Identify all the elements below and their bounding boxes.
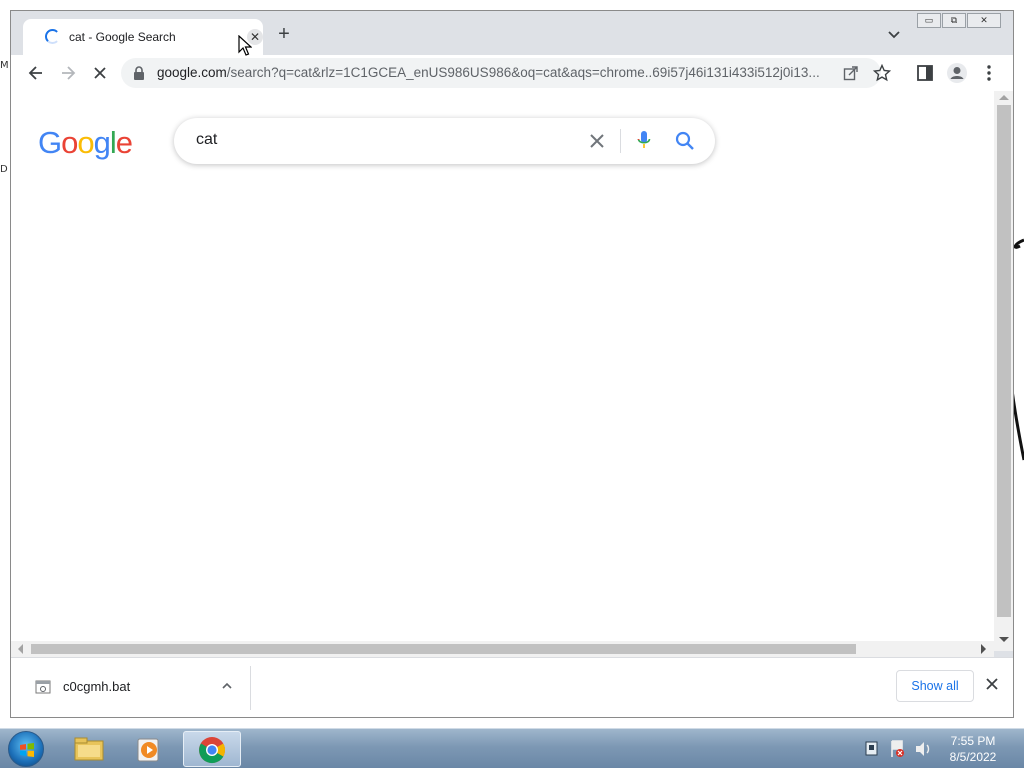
back-arrow-icon[interactable] (26, 63, 46, 83)
browser-menu-icon[interactable] (979, 63, 999, 83)
search-box-divider (620, 129, 621, 153)
mouse-cursor-icon (238, 35, 252, 56)
logo-letter: e (115, 125, 133, 160)
vertical-scrollbar[interactable] (994, 91, 1013, 651)
url-path: /search?q=cat&rlz=1C1GCEA_enUS986US986&o… (226, 65, 820, 80)
downloads-divider (250, 666, 251, 710)
taskbar-media-player[interactable] (122, 731, 180, 767)
search-magnifier-icon[interactable] (674, 130, 696, 152)
chevron-up-icon[interactable] (221, 680, 233, 692)
url-text[interactable]: google.com/search?q=cat&rlz=1C1GCEA_enUS… (157, 65, 837, 80)
horizontal-scrollbar[interactable] (11, 641, 994, 657)
show-all-button[interactable]: Show all (896, 670, 974, 702)
logo-letter: o (77, 125, 94, 160)
lock-icon[interactable] (133, 66, 145, 80)
vertical-scroll-thumb[interactable] (997, 105, 1011, 617)
stop-loading-icon[interactable] (90, 63, 110, 83)
share-icon[interactable] (843, 65, 859, 81)
downloads-bar: c0cgmh.bat Show all (11, 657, 1013, 717)
google-logo[interactable]: Google (38, 125, 133, 161)
start-button[interactable] (8, 731, 44, 767)
tab-google-search[interactable]: cat - Google Search ✕ (23, 19, 263, 55)
logo-letter: o (61, 125, 78, 160)
scroll-left-arrow-icon[interactable] (18, 644, 23, 654)
new-tab-button[interactable]: + (274, 24, 294, 45)
taskbar-chrome[interactable] (183, 731, 241, 767)
chrome-icon (199, 737, 226, 764)
download-item[interactable]: c0cgmh.bat (11, 658, 251, 717)
close-downloads-bar-icon[interactable] (985, 677, 999, 691)
windows-logo-icon (20, 743, 34, 757)
tab-search-chevron-icon[interactable] (886, 27, 902, 43)
clock-date: 8/5/2022 (949, 750, 997, 764)
horizontal-scroll-thumb[interactable] (31, 644, 856, 654)
clear-search-icon[interactable] (586, 130, 608, 152)
scroll-up-arrow-icon[interactable] (999, 95, 1009, 100)
system-tray-icons[interactable] (862, 737, 942, 761)
close-window-button[interactable]: ✕ (967, 13, 1001, 28)
desktop-icon-fragment: M (0, 60, 9, 71)
download-file-name[interactable]: c0cgmh.bat (63, 679, 130, 694)
bookmark-star-icon[interactable] (873, 64, 891, 82)
logo-letter: g (93, 125, 111, 160)
page-content: Google cat (11, 91, 1001, 651)
profile-avatar-icon[interactable] (946, 62, 968, 84)
tab-title: cat - Google Search (69, 30, 176, 44)
scroll-down-arrow-icon[interactable] (999, 637, 1009, 642)
minimize-button[interactable]: ▭ (917, 13, 941, 28)
side-panel-icon[interactable] (915, 63, 935, 83)
forward-arrow-icon[interactable] (58, 63, 78, 83)
browser-window: cat - Google Search ✕ + ▭ ⧉ ✕ google.com… (10, 10, 1014, 718)
address-bar[interactable]: google.com/search?q=cat&rlz=1C1GCEA_enUS… (121, 58, 891, 88)
batch-file-icon (35, 680, 51, 694)
clock-time: 7:55 PM (950, 734, 996, 748)
maximize-button[interactable]: ⧉ (942, 13, 966, 28)
search-box[interactable]: cat (174, 118, 715, 164)
logo-letter: G (38, 125, 62, 160)
windows-taskbar: 7:55 PM 8/5/2022 (0, 728, 1024, 768)
taskbar-clock[interactable]: 7:55 PM 8/5/2022 (940, 733, 1006, 765)
browser-toolbar: google.com/search?q=cat&rlz=1C1GCEA_enUS… (11, 55, 1013, 91)
scroll-right-arrow-icon[interactable] (981, 644, 986, 654)
media-player-icon (137, 738, 159, 762)
desktop-icon-fragment: D (0, 164, 8, 175)
tab-strip: cat - Google Search ✕ + ▭ ⧉ ✕ (11, 11, 1013, 55)
loading-spinner-icon (45, 29, 60, 44)
windows-explorer-icon (74, 737, 104, 761)
url-host: google.com (157, 65, 227, 80)
taskbar-explorer[interactable] (60, 731, 118, 767)
voice-search-mic-icon[interactable] (636, 129, 652, 153)
search-input[interactable]: cat (196, 131, 217, 149)
